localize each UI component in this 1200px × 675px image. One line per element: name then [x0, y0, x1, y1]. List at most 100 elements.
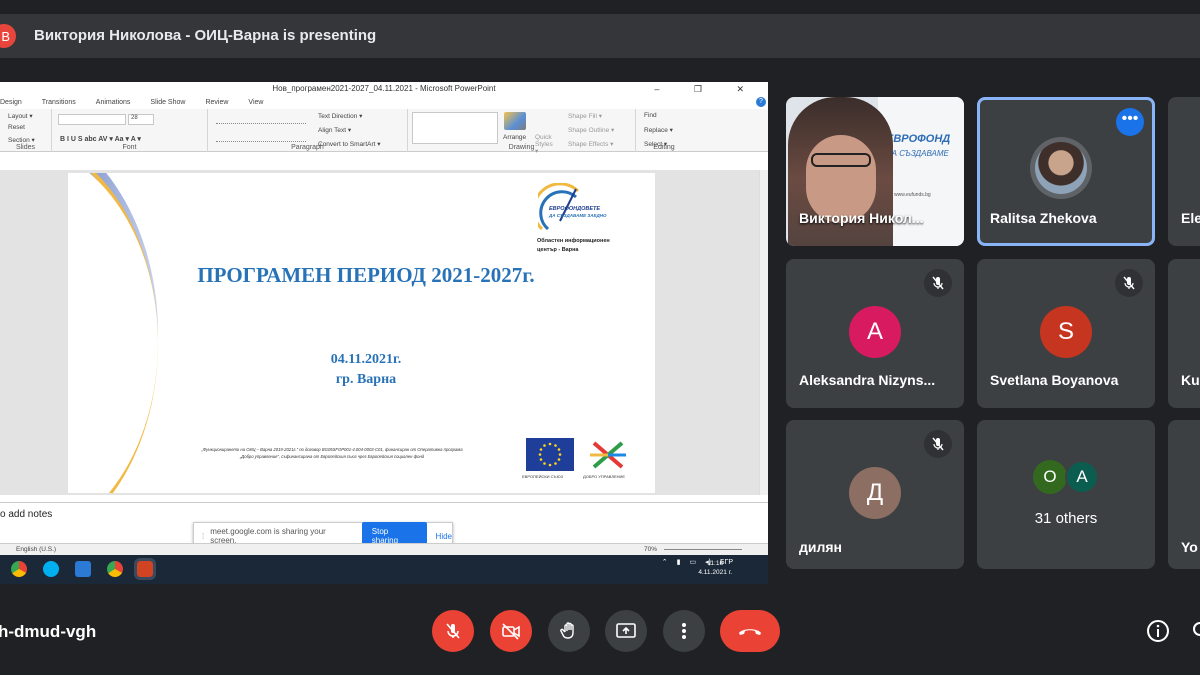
tab-slide-show[interactable]: Slide Show [150, 96, 185, 109]
window-controls[interactable]: – ❐ ✕ [654, 82, 760, 96]
hand-icon [560, 622, 574, 639]
raise-hand-button[interactable] [548, 610, 590, 652]
present-icon [616, 623, 636, 638]
camera-off-icon [502, 623, 520, 640]
ribbon-group-slides: Layout ▾ Reset Section ▾ Slides [0, 109, 52, 152]
tab-design[interactable]: Design [0, 96, 22, 109]
leave-call-button[interactable] [720, 610, 780, 652]
participant-tile-video[interactable]: ЕВРОФОНД ДА СЪЗДАВАМЕ www.eufunds.bg Вик… [786, 97, 964, 246]
mic-toggle-button[interactable] [432, 610, 474, 652]
font-name-box[interactable] [58, 114, 126, 125]
chrome-icon[interactable] [11, 561, 27, 577]
zoom-slider[interactable] [664, 549, 742, 550]
network-icon[interactable]: ▭ [689, 558, 696, 566]
arrange-button[interactable]: Arrange [503, 134, 526, 141]
logo-tagline: ДА СЪЗДАВАМЕ ЗАЕДНО [549, 213, 607, 218]
shapes-gallery[interactable] [412, 112, 498, 144]
tray-up-icon[interactable]: ⌃ [662, 558, 668, 566]
clock-time: 11:16 [707, 560, 724, 567]
ribbon-group-paragraph: Text Direction ▾ Align Text ▾ Convert to… [208, 109, 408, 152]
participant-name: Ele [1181, 210, 1200, 226]
skype-icon[interactable] [43, 561, 59, 577]
replace-button[interactable]: Replace ▾ [644, 126, 673, 134]
slide[interactable]: ЕВРОФОНДОВЕТЕ ДА СЪЗДАВАМЕ ЗАЕДНО Област… [68, 173, 655, 493]
slide-footer-line2: „Добро управление“, съфинансирана от Евр… [239, 454, 425, 459]
more-vert-icon [682, 623, 686, 639]
presenting-bar: В Виктория Николова - ОИЦ-Варна is prese… [0, 14, 1200, 58]
taskbar-clock[interactable]: 11:16 4.11.2021 г. [698, 559, 732, 577]
participant-name: дилян [799, 539, 843, 555]
tab-view[interactable]: View [248, 96, 263, 109]
participant-tile-partial[interactable]: Ku [1168, 259, 1200, 408]
info-icon [1147, 620, 1169, 642]
arrange-icon[interactable] [504, 112, 526, 130]
participant-name: Виктория Никол... [799, 210, 924, 226]
participant-name: Yo [1181, 539, 1198, 555]
slides-group-label: Slides [15, 144, 36, 151]
chrome-icon-2[interactable] [107, 561, 123, 577]
slide-footer-line1: „Функционирането на ОИЦ – Варна 2019-202… [201, 447, 463, 452]
slide-editing-area: ЕВРОФОНДОВЕТЕ ДА СЪЗДАВАМЕ ЗАЕДНО Област… [0, 170, 768, 495]
ribbon-tabs: Design Transitions Animations Slide Show… [0, 96, 768, 109]
participant-tile-partial[interactable]: Ele [1168, 97, 1200, 246]
text-direction-button[interactable]: Text Direction ▾ [318, 112, 362, 120]
font-group-label: Font [122, 144, 137, 151]
align-text-button[interactable]: Align Text ▾ [318, 126, 351, 134]
people-icon-partial[interactable] [1193, 622, 1200, 642]
slide-footer: „Функционирането на ОИЦ – Варна 2019-202… [162, 446, 502, 460]
more-options-button[interactable] [663, 610, 705, 652]
hang-up-icon [739, 629, 761, 635]
align-buttons[interactable] [216, 133, 306, 142]
participant-photo [1035, 142, 1087, 194]
powerpoint-icon[interactable] [134, 558, 156, 580]
people-icon [1193, 622, 1200, 636]
ribbon-group-editing: Find Replace ▾ Select ▾ Editing [636, 109, 692, 152]
font-format-buttons[interactable]: B I U S abc AV ▾ Aa ▾ A ▾ [60, 135, 141, 143]
others-avatar-1: O [1033, 460, 1067, 494]
drawing-group-label: Drawing [508, 144, 535, 151]
editing-group-label: Editing [653, 144, 675, 151]
participant-name: Ku [1181, 372, 1200, 388]
participant-tile-active[interactable]: ••• Ralitsa Zhekova [977, 97, 1155, 246]
tab-review[interactable]: Review [205, 96, 228, 109]
participant-tile[interactable]: A Aleksandra Nizyns... [786, 259, 964, 408]
camera-toggle-button[interactable] [490, 610, 532, 652]
good-governance-caption: ДОБРО УПРАВЛЕНИЕ [583, 474, 626, 479]
shape-fill-button[interactable]: Shape Fill ▾ [568, 112, 602, 120]
more-options-icon[interactable]: ••• [1116, 108, 1144, 136]
ribbon-group-font: 28 B I U S abc AV ▾ Aa ▾ A ▾ Font [52, 109, 208, 152]
windows-taskbar: ⌃ ▮ ▭ ◂) БГР 11:16 4.11.2021 г. [0, 555, 768, 584]
mic-off-icon [924, 269, 952, 297]
status-language[interactable]: English (U.S.) [16, 546, 56, 553]
participant-tile[interactable]: Д дилян [786, 420, 964, 569]
others-tile[interactable]: O A 31 others [977, 420, 1155, 569]
usb-icon[interactable]: ▮ [677, 558, 681, 566]
font-size-box[interactable]: 28 [128, 114, 154, 125]
tab-transitions[interactable]: Transitions [42, 96, 76, 109]
video-bg-text2: ДА СЪЗДАВАМЕ [886, 149, 949, 158]
slide-title: ПРОГРАМЕН ПЕРИОД 2021-2027г. [197, 263, 535, 287]
shape-outline-button[interactable]: Shape Outline ▾ [568, 126, 614, 134]
help-icon[interactable]: ? [756, 97, 766, 107]
eu-caption: ЕВРОПЕЙСКИ СЪЮЗ [522, 474, 564, 479]
meeting-code: h-dmud-vgh [0, 622, 97, 641]
window-title-text: Нов_програмен2021-2027_04.11.2021 - Micr… [272, 84, 496, 93]
layout-button[interactable]: Layout ▾ [8, 112, 33, 120]
section-button[interactable]: Section ▾ [8, 136, 35, 144]
tab-animations[interactable]: Animations [96, 96, 131, 109]
vertical-scrollbar[interactable] [759, 170, 768, 495]
drag-handle-icon[interactable]: ⁞ [202, 532, 204, 541]
find-button[interactable]: Find [644, 112, 657, 119]
calendar-icon[interactable] [75, 561, 91, 577]
reset-button[interactable]: Reset [8, 124, 25, 131]
presenter-glasses [811, 153, 871, 167]
meeting-details-button[interactable] [1137, 610, 1179, 652]
logo-center-line1: Областен информационен [537, 238, 610, 244]
present-screen-button[interactable] [605, 610, 647, 652]
slide-decoration-white [68, 173, 158, 493]
hide-banner-button[interactable]: Hide [436, 532, 452, 541]
participant-tile-partial[interactable]: Yo [1168, 420, 1200, 569]
list-buttons[interactable] [216, 115, 306, 124]
participant-tile[interactable]: S Svetlana Boyanova [977, 259, 1155, 408]
ribbon: Layout ▾ Reset Section ▾ Slides 28 B I U… [0, 109, 768, 155]
